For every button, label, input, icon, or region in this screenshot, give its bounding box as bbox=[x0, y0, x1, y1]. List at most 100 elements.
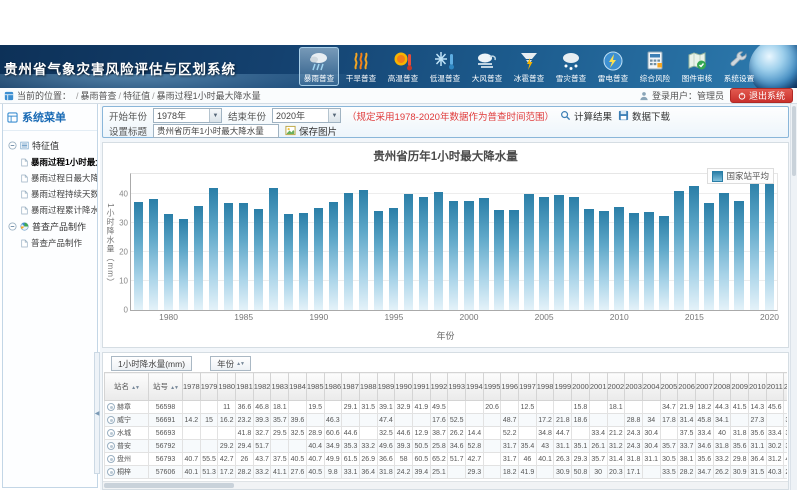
col-header-station-id[interactable]: 站号 ▲▼ bbox=[149, 373, 183, 401]
sidebar-item-暴雨过程持续天数[interactable]: 暴雨过程持续天数 bbox=[5, 186, 97, 202]
col-header-year-2011[interactable]: 2011 bbox=[766, 373, 783, 401]
col-header-year-1982[interactable]: 1982 bbox=[253, 373, 271, 401]
bar-1990[interactable] bbox=[314, 208, 323, 310]
col-header-year-1981[interactable]: 1981 bbox=[236, 373, 254, 401]
vertical-scrollbar[interactable] bbox=[790, 104, 797, 490]
bar-1987[interactable] bbox=[269, 188, 278, 310]
col-header-year-2000[interactable]: 2000 bbox=[572, 373, 590, 401]
bar-2018[interactable] bbox=[734, 201, 743, 310]
data-download-button[interactable]: 数据下载 bbox=[618, 109, 670, 123]
bar-2004[interactable] bbox=[524, 194, 533, 310]
end-year-select[interactable]: 2020年 ▼ bbox=[272, 108, 341, 123]
bar-1980[interactable] bbox=[164, 214, 173, 310]
col-header-year-1989[interactable]: 1989 bbox=[377, 373, 395, 401]
bar-2013[interactable] bbox=[659, 216, 668, 310]
bar-1998[interactable] bbox=[434, 192, 443, 310]
bar-1992[interactable] bbox=[344, 193, 353, 310]
bar-2012[interactable] bbox=[644, 212, 653, 310]
row-radio[interactable] bbox=[107, 416, 115, 424]
col-header-year-2001[interactable]: 2001 bbox=[589, 373, 607, 401]
col-header-year-1978[interactable]: 1978 bbox=[183, 373, 201, 401]
col-header-year-1980[interactable]: 1980 bbox=[218, 373, 236, 401]
sidebar-item-暴雨过程日最大降水量[interactable]: 暴雨过程日最大降水量 bbox=[5, 170, 97, 186]
bar-1993[interactable] bbox=[359, 190, 368, 310]
bar-1989[interactable] bbox=[299, 213, 308, 310]
bar-1994[interactable] bbox=[374, 211, 383, 310]
toolbar-item-雷电普查[interactable]: 雷电普查 bbox=[593, 47, 633, 86]
bar-1997[interactable] bbox=[419, 197, 428, 310]
bar-2016[interactable] bbox=[704, 203, 713, 310]
start-year-select[interactable]: 1978年 ▼ bbox=[153, 108, 222, 123]
toolbar-item-综合风险[interactable]: 综合风险 bbox=[635, 47, 675, 86]
col-header-year-1996[interactable]: 1996 bbox=[501, 373, 519, 401]
bar-1983[interactable] bbox=[209, 188, 218, 310]
col-header-station-name[interactable]: 站名 ▲▼ bbox=[105, 373, 149, 401]
bar-1984[interactable] bbox=[224, 203, 233, 310]
toolbar-item-雪灾普查[interactable]: 雪灾普查 bbox=[551, 47, 591, 86]
col-header-year-2006[interactable]: 2006 bbox=[678, 373, 696, 401]
bar-1995[interactable] bbox=[389, 208, 398, 310]
bar-1979[interactable] bbox=[149, 199, 158, 310]
col-header-year-1992[interactable]: 1992 bbox=[430, 373, 448, 401]
col-header-year-1986[interactable]: 1986 bbox=[324, 373, 342, 401]
sidebar-item-暴雨过程1小时最大降水量[interactable]: 暴雨过程1小时最大降水量 bbox=[5, 154, 97, 170]
col-header-year-1993[interactable]: 1993 bbox=[448, 373, 466, 401]
bar-2003[interactable] bbox=[509, 210, 518, 310]
breadcrumb-link[interactable]: 暴雨过程1小时最大降水量 bbox=[157, 91, 261, 101]
bar-1988[interactable] bbox=[284, 214, 293, 310]
bar-1985[interactable] bbox=[239, 203, 248, 310]
station-name-cell[interactable]: 赫章 bbox=[105, 401, 149, 414]
bar-2017[interactable] bbox=[719, 193, 728, 310]
col-header-year-1994[interactable]: 1994 bbox=[466, 373, 484, 401]
col-header-year-2007[interactable]: 2007 bbox=[695, 373, 713, 401]
col-header-year-2009[interactable]: 2009 bbox=[731, 373, 749, 401]
bar-1978[interactable] bbox=[134, 202, 143, 311]
bar-1999[interactable] bbox=[449, 201, 458, 310]
col-header-year-1995[interactable]: 1995 bbox=[483, 373, 501, 401]
bar-2010[interactable] bbox=[614, 207, 623, 310]
station-name-cell[interactable]: 盘州 bbox=[105, 453, 149, 466]
bar-2007[interactable] bbox=[569, 197, 578, 310]
col-header-year-2008[interactable]: 2008 bbox=[713, 373, 731, 401]
breadcrumb-link[interactable]: 特征值 bbox=[123, 91, 150, 101]
sidebar-item-普查产品制作[interactable]: 普查产品制作 bbox=[5, 235, 97, 251]
table-collapse-handle[interactable]: ◀ bbox=[94, 352, 100, 474]
toolbar-item-低温普查[interactable]: 低温普查 bbox=[425, 47, 465, 86]
horizontal-scrollbar[interactable] bbox=[103, 481, 788, 489]
bar-2014[interactable] bbox=[674, 191, 683, 310]
col-header-year-2004[interactable]: 2004 bbox=[642, 373, 660, 401]
row-radio[interactable] bbox=[107, 468, 115, 476]
sidebar-group-普查产品制作[interactable]: 普查产品制作 bbox=[5, 218, 97, 235]
col-header-year-1983[interactable]: 1983 bbox=[271, 373, 289, 401]
bar-2015[interactable] bbox=[689, 186, 698, 310]
toolbar-item-系统设置[interactable]: 系统设置 bbox=[719, 47, 759, 86]
breadcrumb-link[interactable]: 暴雨普查 bbox=[81, 91, 117, 101]
scrollbar-thumb[interactable] bbox=[792, 106, 796, 176]
col-header-year-1979[interactable]: 1979 bbox=[200, 373, 218, 401]
toolbar-item-干旱普查[interactable]: 干旱普查 bbox=[341, 47, 381, 86]
save-image-button[interactable]: 保存图片 bbox=[285, 124, 337, 138]
sidebar-item-暴雨过程累计降水量[interactable]: 暴雨过程累计降水量 bbox=[5, 202, 97, 218]
scrollbar-thumb[interactable] bbox=[104, 483, 234, 488]
toolbar-item-暴雨普查[interactable]: 暴雨普查 bbox=[299, 47, 339, 86]
unit-button[interactable]: 1小时降水量(mm) bbox=[111, 356, 192, 371]
chart-title-input[interactable] bbox=[153, 124, 279, 138]
station-name-cell[interactable]: 水城 bbox=[105, 427, 149, 440]
bar-1981[interactable] bbox=[179, 219, 188, 310]
col-header-year-2003[interactable]: 2003 bbox=[625, 373, 643, 401]
bar-2002[interactable] bbox=[494, 210, 503, 310]
row-radio[interactable] bbox=[107, 442, 115, 450]
station-name-cell[interactable]: 桐梓 bbox=[105, 466, 149, 479]
col-header-year-1990[interactable]: 1990 bbox=[395, 373, 413, 401]
bar-2008[interactable] bbox=[584, 209, 593, 310]
col-header-year-1991[interactable]: 1991 bbox=[412, 373, 430, 401]
row-radio[interactable] bbox=[107, 429, 115, 437]
station-name-cell[interactable]: 普安 bbox=[105, 440, 149, 453]
sidebar-group-特征值[interactable]: 特征值 bbox=[5, 137, 97, 154]
bar-2006[interactable] bbox=[554, 195, 563, 310]
row-radio[interactable] bbox=[107, 403, 115, 411]
bar-2019[interactable] bbox=[750, 180, 759, 310]
col-header-year-1985[interactable]: 1985 bbox=[306, 373, 324, 401]
col-header-year-2002[interactable]: 2002 bbox=[607, 373, 625, 401]
station-name-cell[interactable]: 威宁 bbox=[105, 414, 149, 427]
